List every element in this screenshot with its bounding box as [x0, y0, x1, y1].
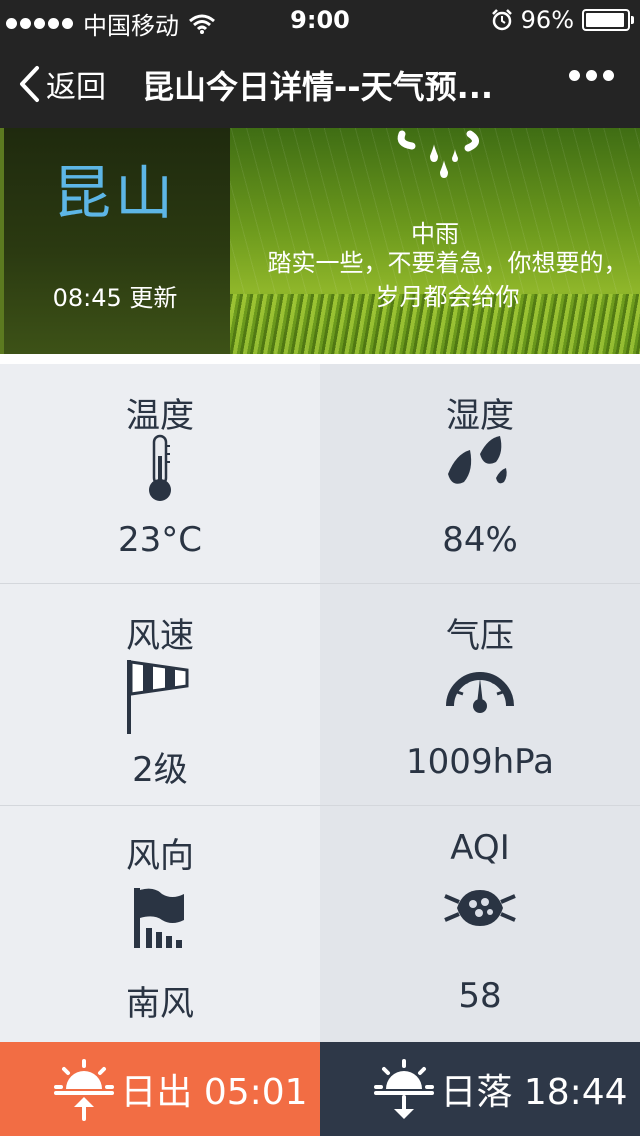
weather-condition: 中雨 [411, 220, 459, 248]
weather-slogan: 踏实一些，不要着急，你想要的，岁月都会给你 [267, 249, 628, 311]
status-right: 96% [491, 6, 634, 34]
navigation-bar: 返回 昆山今日详情--天气预... [0, 40, 640, 128]
metric-value: 23°C [117, 520, 202, 560]
sunrise-panel: 日出 05:01 [0, 1042, 320, 1136]
gauge-icon [320, 656, 640, 722]
weather-hero: 昆山 08:45 更新 中雨 踏实一些，不要着急，你想要的，岁月都会给你 [0, 128, 640, 354]
metric-value: 58 [458, 976, 502, 1016]
water-drops-icon [320, 434, 640, 494]
windsock-icon [0, 656, 320, 736]
wind-flag-icon [0, 886, 320, 950]
update-time: 08:45 更新 [52, 284, 178, 312]
more-options-button[interactable] [569, 70, 614, 81]
metric-value: 2级 [132, 750, 188, 790]
back-button[interactable]: 返回 [18, 62, 106, 106]
metric-pressure: 气压 1009hPa [320, 584, 640, 806]
metric-value: 南风 [126, 984, 194, 1024]
hero-separator [0, 354, 640, 364]
more-dot [586, 70, 597, 81]
sunrise-label: 日出 05:01 [120, 1072, 308, 1113]
metric-humidity: 湿度 84% [320, 364, 640, 584]
rain-cloud-icon [397, 130, 479, 178]
battery-level [586, 13, 625, 27]
metric-aqi: AQI 58 [320, 806, 640, 1042]
city-panel: 昆山 08:45 更新 [0, 128, 230, 354]
chevron-left-icon [20, 66, 39, 102]
metric-value: 1009hPa [406, 742, 554, 782]
thermometer-icon [0, 434, 320, 504]
page-title: 昆山今日详情--天气预... [142, 68, 494, 106]
metric-label: 气压 [446, 616, 514, 656]
metric-temperature: 温度 23°C [0, 364, 320, 584]
sunrise-icon [54, 1059, 115, 1121]
metric-wind-direction: 风向 南风 [0, 806, 320, 1042]
metrics-grid: 温度 23°C 湿度 84% 风速 2级 气压 1009hPa 风向 南风 AQ… [0, 364, 640, 1042]
metric-label: 风速 [126, 616, 194, 656]
metric-value: 84% [442, 520, 518, 560]
metric-wind-speed: 风速 2级 [0, 584, 320, 806]
metric-label: 湿度 [446, 396, 514, 436]
city-name: 昆山 [52, 159, 177, 227]
battery-percent: 96% [520, 6, 574, 34]
sunset-panel: 日落 18:44 [320, 1042, 640, 1136]
more-dot [569, 70, 580, 81]
alarm-icon [491, 9, 512, 31]
sunset-icon [374, 1059, 435, 1119]
metric-label: AQI [450, 828, 510, 868]
battery-icon [582, 9, 634, 31]
sunset-content: 日落 18:44 [320, 1042, 640, 1136]
back-label: 返回 [46, 70, 106, 105]
weather-panel: 中雨 踏实一些，不要着急，你想要的，岁月都会给你 [230, 128, 640, 354]
sunset-label: 日落 18:44 [440, 1072, 628, 1113]
metric-label: 温度 [126, 396, 194, 436]
sunrise-content: 日出 05:01 [0, 1042, 320, 1136]
more-dot [603, 70, 614, 81]
mask-icon [320, 886, 640, 930]
metric-label: 风向 [126, 836, 194, 876]
status-bar: 中国移动 9:00 96% [0, 0, 640, 40]
